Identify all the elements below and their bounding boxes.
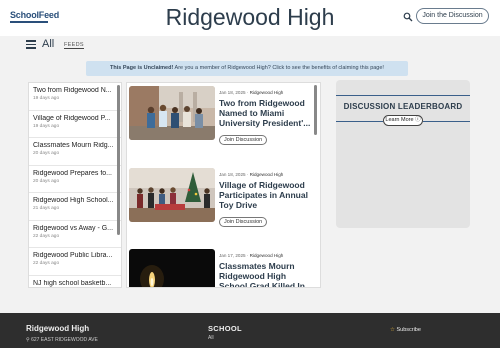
footer-address: ⚲ 627 EAST RIDGEWOOD AVE bbox=[26, 337, 98, 343]
footer-address-text: 627 EAST RIDGEWOOD AVE bbox=[31, 337, 98, 343]
menu-icon[interactable] bbox=[26, 40, 36, 49]
menu-bar bbox=[26, 43, 36, 46]
learn-more-label: Learn More bbox=[385, 117, 414, 123]
site-logo[interactable]: SchoolFeed bbox=[10, 10, 59, 23]
list-item-date: 20 days ago bbox=[33, 151, 60, 156]
banner-bold: This Page is Unclaimed! bbox=[110, 65, 174, 71]
nav-feeds-tab[interactable]: FEEDS bbox=[64, 42, 84, 49]
list-item-title: Ridgewood Public Libra... bbox=[33, 252, 113, 259]
card-meta: Jan 18, 2025 · Ridgewood High bbox=[219, 90, 315, 95]
logo-text: SchoolFeed bbox=[10, 10, 60, 20]
card-image[interactable] bbox=[129, 86, 215, 140]
logo-underline bbox=[10, 21, 48, 23]
list-item-date: 19 days ago bbox=[33, 96, 60, 101]
news-feed: Jan 18, 2025 · Ridgewood High Two from R… bbox=[126, 82, 321, 288]
list-item[interactable]: Classmates Mourn Ridg... 20 days ago bbox=[29, 138, 121, 166]
location-pin-icon: ⚲ bbox=[26, 337, 30, 343]
leaderboard-rule bbox=[336, 121, 383, 122]
card-image[interactable] bbox=[129, 168, 215, 222]
list-item[interactable]: Ridgewood High School... 21 days ago bbox=[29, 193, 121, 221]
join-discussion-button[interactable]: Join Discussion bbox=[219, 135, 268, 145]
list-item[interactable]: Village of Ridgewood P... 19 days ago bbox=[29, 111, 121, 138]
list-item[interactable]: Ridgewood Prepares fo... 20 days ago bbox=[29, 166, 121, 193]
card-title[interactable]: Two from Ridgewood Named to Miami Univer… bbox=[219, 98, 315, 128]
header-bar: SchoolFeed Ridgewood High Join the Discu… bbox=[0, 0, 500, 36]
leaderboard-rule bbox=[423, 121, 470, 122]
menu-bar bbox=[26, 40, 36, 42]
learn-more-button[interactable]: Learn More ⓘ bbox=[383, 115, 423, 126]
card-date: Jan 18, 2025 · bbox=[219, 90, 250, 95]
list-item-date: 21 days ago bbox=[33, 206, 60, 211]
card-meta: Jan 17, 2025 · Ridgewood High bbox=[219, 253, 315, 258]
list-item-date: 22 days ago bbox=[33, 233, 60, 239]
search-icon[interactable] bbox=[403, 12, 413, 22]
footer-school-name: Ridgewood High bbox=[26, 324, 90, 333]
card-title[interactable]: Village of Ridgewood Participates in Ann… bbox=[219, 180, 315, 210]
list-scrollbar[interactable] bbox=[117, 85, 120, 235]
footer-all-link[interactable]: All bbox=[208, 335, 214, 341]
join-discussion-button[interactable]: Join Discussion bbox=[219, 217, 268, 227]
subscribe-link[interactable]: ☆ Subscribe bbox=[390, 327, 421, 333]
join-discussion-button[interactable]: Join the Discussion bbox=[416, 8, 489, 24]
footer-school-heading: SCHOOL bbox=[208, 324, 242, 333]
card-date: Jan 17, 2025 · bbox=[219, 253, 250, 258]
list-item-date: 20 days ago bbox=[33, 178, 60, 184]
list-item-title: Two from Ridgewood N... bbox=[33, 87, 112, 94]
list-item-title: Ridgewood High School... bbox=[33, 197, 114, 204]
list-item-date: 22 days ago bbox=[33, 261, 60, 266]
list-item-title: Classmates Mourn Ridg... bbox=[33, 142, 114, 149]
list-item[interactable]: Ridgewood vs Away - G... 22 days ago bbox=[29, 221, 121, 248]
leaderboard-panel: DISCUSSION LEADERBOARD Learn More ⓘ bbox=[336, 80, 470, 228]
card-date: Jan 18, 2025 · bbox=[219, 172, 250, 177]
card-source[interactable]: Ridgewood High bbox=[250, 172, 284, 177]
footer: Ridgewood High ⚲ 627 EAST RIDGEWOOD AVE … bbox=[0, 313, 500, 348]
leaderboard-top-rule bbox=[336, 95, 470, 96]
list-item[interactable]: Ridgewood Public Libra... 22 days ago bbox=[29, 248, 121, 276]
unclaimed-banner[interactable]: This Page is Unclaimed! Are you a member… bbox=[86, 61, 408, 76]
menu-bar bbox=[26, 47, 36, 49]
candle-photo bbox=[129, 249, 215, 287]
question-icon: ⓘ bbox=[415, 117, 421, 123]
feed-scrollbar[interactable] bbox=[314, 85, 317, 135]
star-icon: ☆ bbox=[390, 327, 395, 333]
toy-drive-photo bbox=[129, 168, 215, 222]
article-list: Two from Ridgewood N... 19 days ago Vill… bbox=[28, 82, 122, 288]
card-source[interactable]: Ridgewood High bbox=[250, 90, 284, 95]
list-item[interactable]: Two from Ridgewood N... 19 days ago bbox=[29, 83, 121, 111]
students-photo bbox=[129, 86, 215, 140]
list-item-title: Ridgewood Prepares fo... bbox=[33, 169, 112, 177]
leaderboard-title: DISCUSSION LEADERBOARD bbox=[343, 102, 463, 111]
banner-text: Are you a member of Ridgewood High? Clic… bbox=[173, 65, 384, 71]
list-item-title: Ridgewood vs Away - G... bbox=[33, 224, 114, 232]
list-item-title: Village of Ridgewood P... bbox=[33, 114, 111, 122]
subscribe-label: Subscribe bbox=[396, 327, 421, 333]
nav-all-tab[interactable]: All bbox=[42, 38, 54, 50]
card-title[interactable]: Classmates Mourn Ridgewood High School G… bbox=[219, 261, 315, 287]
card-source[interactable]: Ridgewood High bbox=[250, 253, 284, 258]
list-item-title: NJ high school basketb... bbox=[33, 279, 112, 287]
card-image[interactable] bbox=[129, 249, 215, 287]
list-item[interactable]: NJ high school basketb... bbox=[29, 276, 121, 288]
card-meta: Jan 18, 2025 · Ridgewood High bbox=[219, 172, 315, 177]
list-item-date: 19 days ago bbox=[33, 123, 60, 129]
